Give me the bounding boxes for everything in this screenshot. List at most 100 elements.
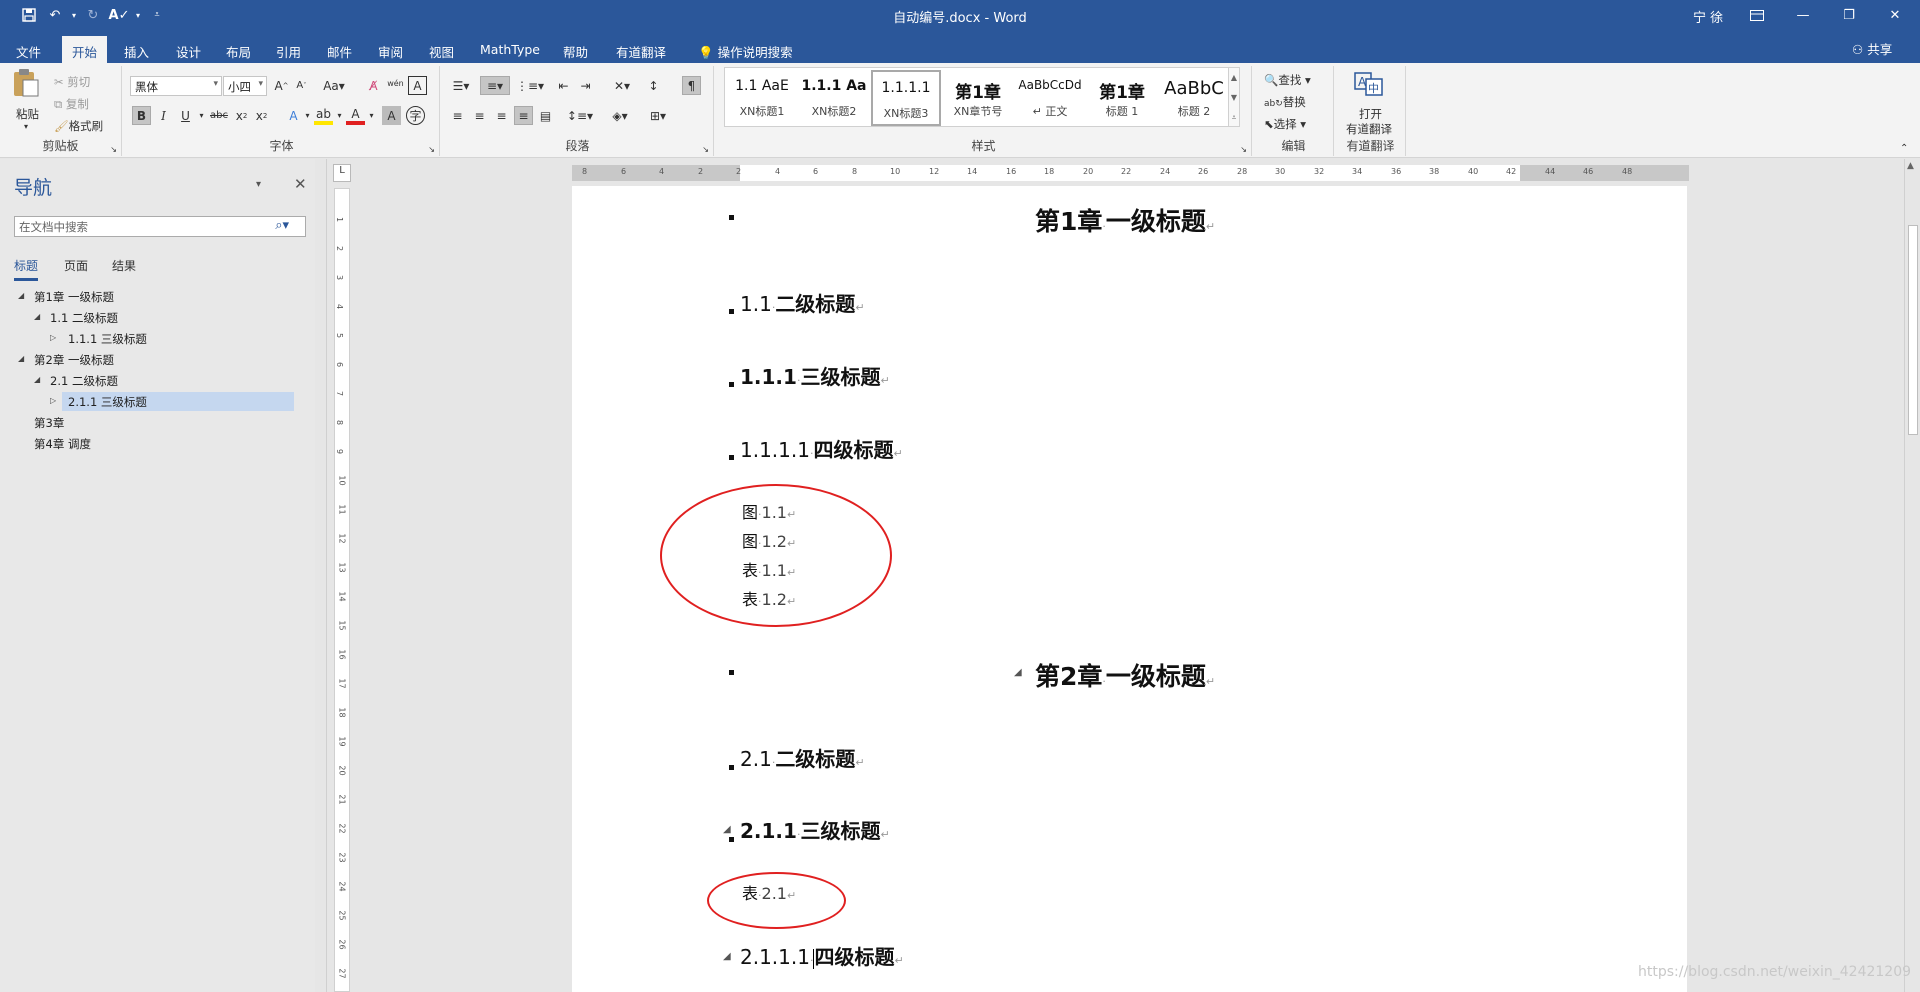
tab-design[interactable]: 设计 bbox=[166, 36, 211, 63]
tab-file[interactable]: 文件 bbox=[6, 36, 51, 63]
tab-review[interactable]: 审阅 bbox=[368, 36, 413, 63]
collapse-heading-icon[interactable]: ◢ bbox=[1014, 667, 1022, 678]
italic-icon[interactable]: I bbox=[154, 106, 173, 125]
youdao-translate-label[interactable]: 有道翻译 bbox=[1346, 121, 1392, 137]
nav-options-icon[interactable]: ▾ bbox=[256, 179, 261, 190]
align-left-icon[interactable]: ≡ bbox=[448, 106, 467, 125]
heading-2[interactable]: 2.1·二级标题↵ bbox=[740, 743, 865, 772]
nav-heading-item[interactable]: ◢ 第1章 一级标题 bbox=[14, 287, 294, 306]
style-normal[interactable]: AaBbCcDd ↵ 正文 bbox=[1015, 70, 1085, 126]
nav-tab-headings[interactable]: 标题 bbox=[14, 257, 38, 274]
shading-icon[interactable]: ◈▾ bbox=[606, 106, 634, 125]
multilevel-list-icon[interactable]: ⋮≡▾ bbox=[516, 76, 544, 95]
style-xn-heading2[interactable]: 1.1.1 Aa XN标题2 bbox=[799, 70, 869, 126]
tab-mailings[interactable]: 邮件 bbox=[317, 36, 362, 63]
expand-arrow-icon[interactable]: ▷ bbox=[50, 396, 56, 405]
style-xn-heading1[interactable]: 1.1 AaE XN标题1 bbox=[727, 70, 797, 126]
heading-3[interactable]: 2.1.1·三级标题↵ bbox=[740, 815, 890, 844]
nav-search-input[interactable]: 在文档中搜索 ⌕▾ bbox=[14, 216, 306, 237]
paragraph-launcher-icon[interactable]: ↘ bbox=[702, 145, 709, 154]
find-button[interactable]: 🔍查找 ▾ bbox=[1264, 72, 1311, 88]
collapse-arrow-icon[interactable]: ◢ bbox=[18, 291, 24, 300]
collapse-heading-icon[interactable]: ◢ bbox=[723, 951, 731, 962]
vertical-ruler[interactable]: 1 2 3 4 5 6 7 8 9 10 11 12 13 14 15 16 17 18 19 20 21 22 23 24 2… bbox=[334, 188, 350, 992]
align-right-icon[interactable]: ≡ bbox=[492, 106, 511, 125]
collapse-arrow-icon[interactable]: ◢ bbox=[34, 312, 40, 321]
restore-icon[interactable]: ❐ bbox=[1826, 0, 1872, 30]
nav-heading-item[interactable]: ◢ 1.1 二级标题 bbox=[14, 308, 294, 327]
nav-tab-pages[interactable]: 页面 bbox=[64, 257, 88, 274]
collapse-arrow-icon[interactable]: ◢ bbox=[34, 375, 40, 384]
numbering-icon[interactable]: ≡▾ bbox=[480, 76, 510, 95]
nav-pane-splitter[interactable] bbox=[315, 159, 327, 992]
show-formatting-marks-icon[interactable]: ¶ bbox=[682, 76, 701, 95]
close-icon[interactable]: ✕ bbox=[1872, 0, 1918, 30]
justify-icon[interactable]: ≡ bbox=[514, 106, 533, 125]
font-launcher-icon[interactable]: ↘ bbox=[428, 145, 435, 154]
clear-formatting-icon[interactable]: A̸ bbox=[364, 76, 383, 95]
borders-icon[interactable]: ⊞▾ bbox=[644, 106, 672, 125]
replace-button[interactable]: ab↻替换 bbox=[1264, 94, 1306, 110]
tell-me-search[interactable]: 💡 操作说明搜索 bbox=[688, 36, 803, 63]
ribbon-display-options-icon[interactable] bbox=[1734, 0, 1780, 30]
heading-3[interactable]: 1.1.1·三级标题↵ bbox=[740, 361, 890, 390]
heading-2[interactable]: 1.1·二级标题↵ bbox=[740, 288, 865, 317]
change-case-icon[interactable]: Aa▾ bbox=[320, 76, 348, 95]
tab-references[interactable]: 引用 bbox=[266, 36, 311, 63]
phonetic-guide-icon[interactable]: wén bbox=[386, 74, 405, 93]
tab-youdao[interactable]: 有道翻译 bbox=[606, 36, 676, 63]
tab-selector[interactable]: L bbox=[333, 164, 351, 182]
style-heading2[interactable]: AaBbC 标题 2 bbox=[1159, 70, 1229, 126]
youdao-translate-button[interactable]: A中 bbox=[1354, 72, 1384, 99]
sort-icon[interactable]: ↕ bbox=[644, 76, 663, 95]
heading-4[interactable]: 2.1.1.1·四级标题↵ bbox=[740, 941, 904, 970]
character-shading-icon[interactable]: A bbox=[382, 106, 401, 125]
bold-icon[interactable]: B bbox=[132, 106, 151, 125]
font-name-dropdown[interactable]: 黑体 bbox=[130, 76, 222, 96]
nav-heading-item[interactable]: ◢ 2.1 二级标题 bbox=[14, 371, 294, 390]
collapse-ribbon-icon[interactable]: ⌃ bbox=[1900, 143, 1908, 154]
font-size-dropdown[interactable]: 小四 bbox=[223, 76, 267, 96]
paste-dropdown-icon[interactable]: ▾ bbox=[24, 122, 28, 131]
tab-insert[interactable]: 插入 bbox=[114, 36, 159, 63]
expand-arrow-icon[interactable]: ▷ bbox=[50, 333, 56, 342]
grow-font-icon[interactable]: A ^ bbox=[272, 76, 291, 95]
tab-help[interactable]: 帮助 bbox=[553, 36, 598, 63]
superscript-icon[interactable]: x2 bbox=[252, 106, 271, 125]
nav-heading-item[interactable]: ◢ 第2章 一级标题 bbox=[14, 350, 294, 369]
font-color-dropdown-icon[interactable]: ▾ bbox=[362, 106, 381, 125]
style-heading1[interactable]: 第1章 标题 1 bbox=[1087, 70, 1157, 126]
line-spacing-icon[interactable]: ↕≡▾ bbox=[566, 106, 594, 125]
scroll-up-icon[interactable]: ▲ bbox=[1907, 161, 1914, 171]
nav-heading-item[interactable]: 第3章 bbox=[14, 413, 294, 432]
scrollbar-thumb[interactable] bbox=[1908, 225, 1918, 435]
vertical-scrollbar[interactable]: ▲ bbox=[1904, 159, 1920, 992]
select-button[interactable]: ⬉选择 ▾ bbox=[1264, 116, 1306, 132]
tab-view[interactable]: 视图 bbox=[419, 36, 464, 63]
decrease-indent-icon[interactable]: ⇤ bbox=[554, 76, 573, 95]
tab-mathtype[interactable]: MathType bbox=[470, 36, 550, 63]
cut-button[interactable]: ✂ 剪切 bbox=[54, 74, 90, 90]
strikethrough-icon[interactable]: abc bbox=[208, 106, 230, 125]
tab-home[interactable]: 开始 bbox=[62, 36, 108, 63]
paste-button[interactable] bbox=[12, 68, 40, 101]
subscript-icon[interactable]: x2 bbox=[232, 106, 251, 125]
heading-1[interactable]: 第1章·一级标题↵ bbox=[1035, 202, 1215, 238]
share-button[interactable]: ⚇ 共享 bbox=[1852, 39, 1892, 58]
heading-4[interactable]: 1.1.1.1·四级标题↵ bbox=[740, 434, 903, 463]
distributed-icon[interactable]: ▤ bbox=[536, 106, 555, 125]
nav-close-icon[interactable]: ✕ bbox=[294, 175, 307, 193]
heading-1[interactable]: 第2章·一级标题↵ bbox=[1035, 657, 1215, 693]
styles-gallery-scroll[interactable]: ▲ ▼ ⩡ bbox=[1228, 67, 1240, 127]
format-painter-button[interactable]: 🖌格式刷 bbox=[54, 118, 103, 134]
horizontal-ruler[interactable]: 8 6 4 2 2 4 6 8 10 12 14 16 18 20 22 24 26 28 30 32 34 36 38 40… bbox=[572, 165, 1689, 181]
nav-heading-item-selected[interactable]: ▷ 2.1.1 三级标题 bbox=[50, 392, 294, 411]
nav-heading-item[interactable]: ▷ 1.1.1 三级标题 bbox=[14, 329, 294, 348]
paste-label[interactable]: 粘贴 bbox=[16, 106, 39, 122]
styles-launcher-icon[interactable]: ↘ bbox=[1240, 145, 1247, 154]
youdao-open-label[interactable]: 打开 bbox=[1359, 106, 1382, 122]
align-center-icon[interactable]: ≡ bbox=[470, 106, 489, 125]
bullets-icon[interactable]: ☰▾ bbox=[448, 76, 474, 95]
user-name[interactable]: 宁 徐 bbox=[1693, 7, 1723, 26]
style-xn-heading3[interactable]: 1.1.1.1 XN标题3 bbox=[871, 70, 941, 126]
